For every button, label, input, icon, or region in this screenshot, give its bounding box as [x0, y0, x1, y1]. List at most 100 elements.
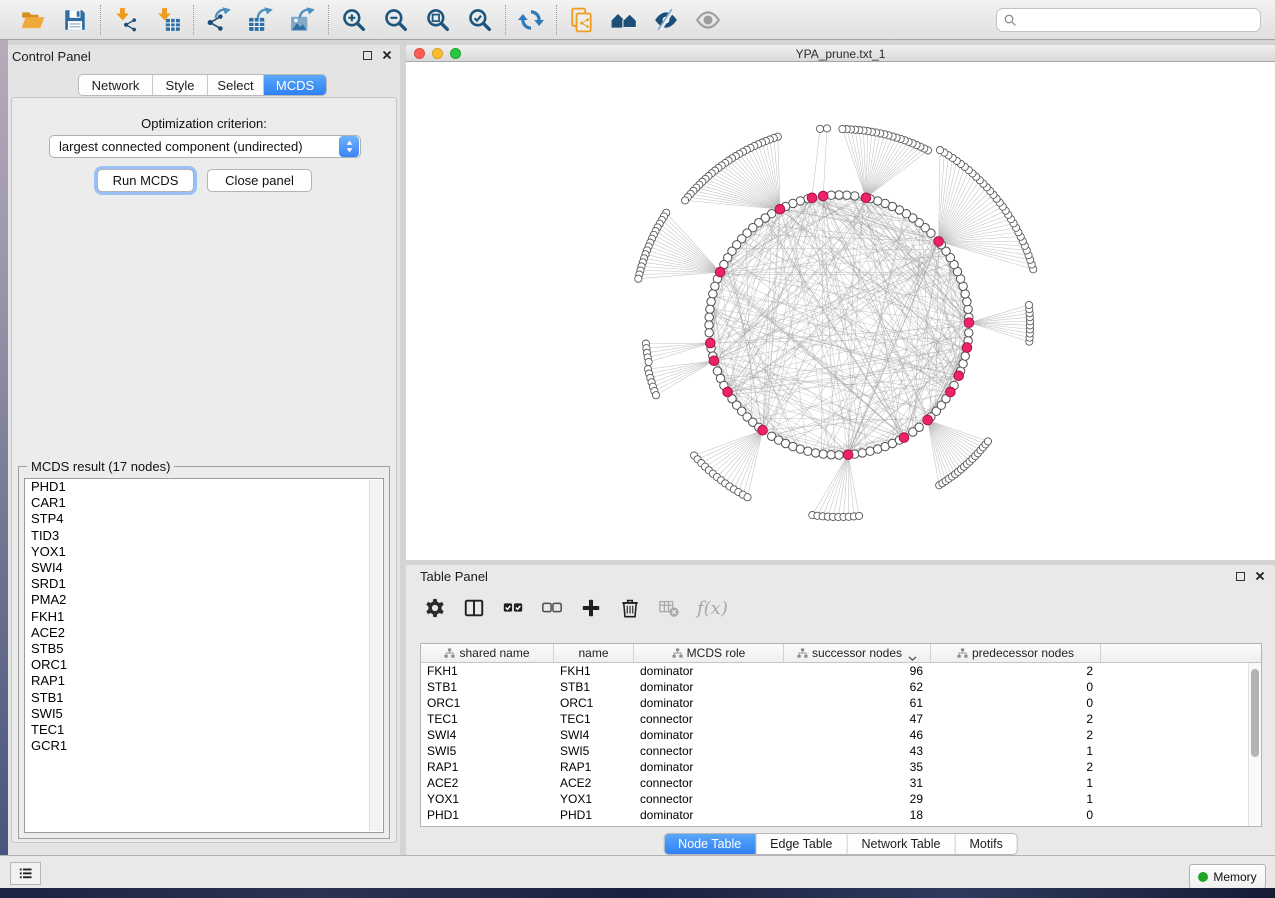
table-row[interactable]: FKH1FKH1dominator962: [421, 663, 1248, 679]
uncheck-all-icon[interactable]: [541, 597, 563, 619]
cell-name: ACE2: [554, 775, 634, 791]
table-row[interactable]: ACE2ACE2connector311: [421, 775, 1248, 791]
memory-status-icon: [1198, 872, 1208, 882]
zoom-fit-icon[interactable]: [425, 7, 451, 33]
gear-icon[interactable]: [424, 597, 446, 619]
cell-shared_name: RAP1: [421, 759, 554, 775]
check-all-icon[interactable]: [502, 597, 524, 619]
table-row[interactable]: YOX1YOX1connector291: [421, 791, 1248, 807]
mcds-result-item[interactable]: ACE2: [25, 625, 383, 641]
cell-successor_nodes: 29: [784, 791, 931, 807]
optimization-dropdown[interactable]: largest connected component (undirected): [49, 135, 361, 158]
mcds-list-scrollbar[interactable]: [369, 480, 382, 831]
mcds-result-item[interactable]: TEC1: [25, 722, 383, 738]
houses-icon[interactable]: [611, 7, 637, 33]
import-network-icon[interactable]: [113, 7, 139, 33]
mcds-result-item[interactable]: PMA2: [25, 592, 383, 608]
mcds-result-item[interactable]: GCR1: [25, 738, 383, 754]
cell-predecessor_nodes: 0: [931, 679, 1101, 695]
mcds-result-item[interactable]: CAR1: [25, 495, 383, 511]
tab-node-table[interactable]: Node Table: [664, 834, 756, 854]
table-row[interactable]: PHD1PHD1dominator180: [421, 807, 1248, 823]
mcds-result-item[interactable]: YOX1: [25, 544, 383, 560]
search-input[interactable]: [1018, 10, 1260, 30]
tab-style[interactable]: Style: [153, 75, 208, 95]
cell-mcds_role: dominator: [634, 759, 784, 775]
column-header-name[interactable]: name: [554, 644, 634, 662]
float-panel-icon[interactable]: [363, 51, 372, 60]
cell-name: ORC1: [554, 695, 634, 711]
table-scrollbar-thumb[interactable]: [1251, 669, 1259, 757]
mcds-result-item[interactable]: STP4: [25, 511, 383, 527]
mcds-result-list[interactable]: PHD1CAR1STP4TID3YOX1SWI4SRD1PMA2FKH1ACE2…: [24, 478, 384, 833]
mcds-result-item[interactable]: STB1: [25, 690, 383, 706]
table-row[interactable]: TEC1TEC1connector472: [421, 711, 1248, 727]
mcds-result-item[interactable]: ORC1: [25, 657, 383, 673]
refresh-icon[interactable]: [518, 7, 544, 33]
table-row[interactable]: ORC1ORC1dominator610: [421, 695, 1248, 711]
export-image-icon[interactable]: [290, 7, 316, 33]
column-type-icon: [957, 648, 968, 659]
column-header-shared-name[interactable]: shared name: [421, 644, 554, 662]
table-row[interactable]: SWI5SWI5connector431: [421, 743, 1248, 759]
cell-name: YOX1: [554, 791, 634, 807]
close-panel-icon[interactable]: [382, 50, 392, 60]
memory-button[interactable]: Memory: [1189, 864, 1266, 889]
column-header-predecessor-nodes[interactable]: predecessor nodes: [931, 644, 1101, 662]
split-columns-icon[interactable]: [463, 597, 485, 619]
save-session-icon[interactable]: [62, 7, 88, 33]
network-window-titlebar[interactable]: YPA_prune.txt_1: [406, 45, 1275, 62]
mcds-result-item[interactable]: SWI4: [25, 560, 383, 576]
column-header-filler: [1101, 644, 1261, 662]
cell-successor_nodes: 47: [784, 711, 931, 727]
eye-slash-icon[interactable]: [653, 7, 679, 33]
export-table-icon[interactable]: [248, 7, 274, 33]
document-share-icon[interactable]: [569, 7, 595, 33]
cell-successor_nodes: 61: [784, 695, 931, 711]
tab-select[interactable]: Select: [208, 75, 264, 95]
mcds-result-item[interactable]: TID3: [25, 528, 383, 544]
mcds-result-item[interactable]: FKH1: [25, 609, 383, 625]
cell-shared_name: ACE2: [421, 775, 554, 791]
column-type-icon: [672, 648, 683, 659]
cell-mcds_role: dominator: [634, 727, 784, 743]
network-canvas[interactable]: [406, 62, 1275, 560]
tab-motifs[interactable]: Motifs: [955, 834, 1016, 854]
task-history-button[interactable]: [10, 862, 41, 885]
run-mcds-button[interactable]: Run MCDS: [97, 169, 194, 192]
table-row[interactable]: STB1STB1dominator620: [421, 679, 1248, 695]
cell-predecessor_nodes: 1: [931, 791, 1101, 807]
tab-network[interactable]: Network: [79, 75, 153, 95]
float-table-panel-icon[interactable]: [1236, 572, 1245, 581]
zoom-selected-icon[interactable]: [467, 7, 493, 33]
trash-icon[interactable]: [619, 597, 641, 619]
tab-edge-table[interactable]: Edge Table: [756, 834, 847, 854]
cell-shared_name: STB1: [421, 679, 554, 695]
column-header-MCDS-role[interactable]: MCDS role: [634, 644, 784, 662]
plus-icon[interactable]: [580, 597, 602, 619]
tab-network-table[interactable]: Network Table: [848, 834, 956, 854]
table-panel: Table Panel f(x) shared namenameMCDS rol…: [406, 565, 1275, 855]
close-panel-button[interactable]: Close panel: [207, 169, 312, 192]
export-network-icon[interactable]: [206, 7, 232, 33]
mcds-result-item[interactable]: SRD1: [25, 576, 383, 592]
table-row[interactable]: RAP1RAP1dominator352: [421, 759, 1248, 775]
mcds-result-item[interactable]: RAP1: [25, 673, 383, 689]
mcds-result-item[interactable]: PHD1: [25, 479, 383, 495]
open-folder-icon[interactable]: [20, 7, 46, 33]
mcds-result-item[interactable]: STB5: [25, 641, 383, 657]
zoom-out-icon[interactable]: [383, 7, 409, 33]
zoom-in-icon[interactable]: [341, 7, 367, 33]
tab-mcds[interactable]: MCDS: [264, 75, 326, 95]
table-scrollbar[interactable]: [1248, 663, 1261, 826]
mcds-result-item[interactable]: SWI5: [25, 706, 383, 722]
table-row[interactable]: SWI4SWI4dominator462: [421, 727, 1248, 743]
cell-shared_name: TEC1: [421, 711, 554, 727]
search-icon: [1003, 13, 1018, 28]
table-header-row: shared namenameMCDS rolesuccessor nodesp…: [421, 644, 1261, 663]
import-table-icon[interactable]: [155, 7, 181, 33]
delete-table-icon: [658, 597, 680, 619]
eye-icon: [695, 7, 721, 33]
close-table-panel-icon[interactable]: [1255, 571, 1265, 581]
column-header-successor-nodes[interactable]: successor nodes: [784, 644, 931, 662]
